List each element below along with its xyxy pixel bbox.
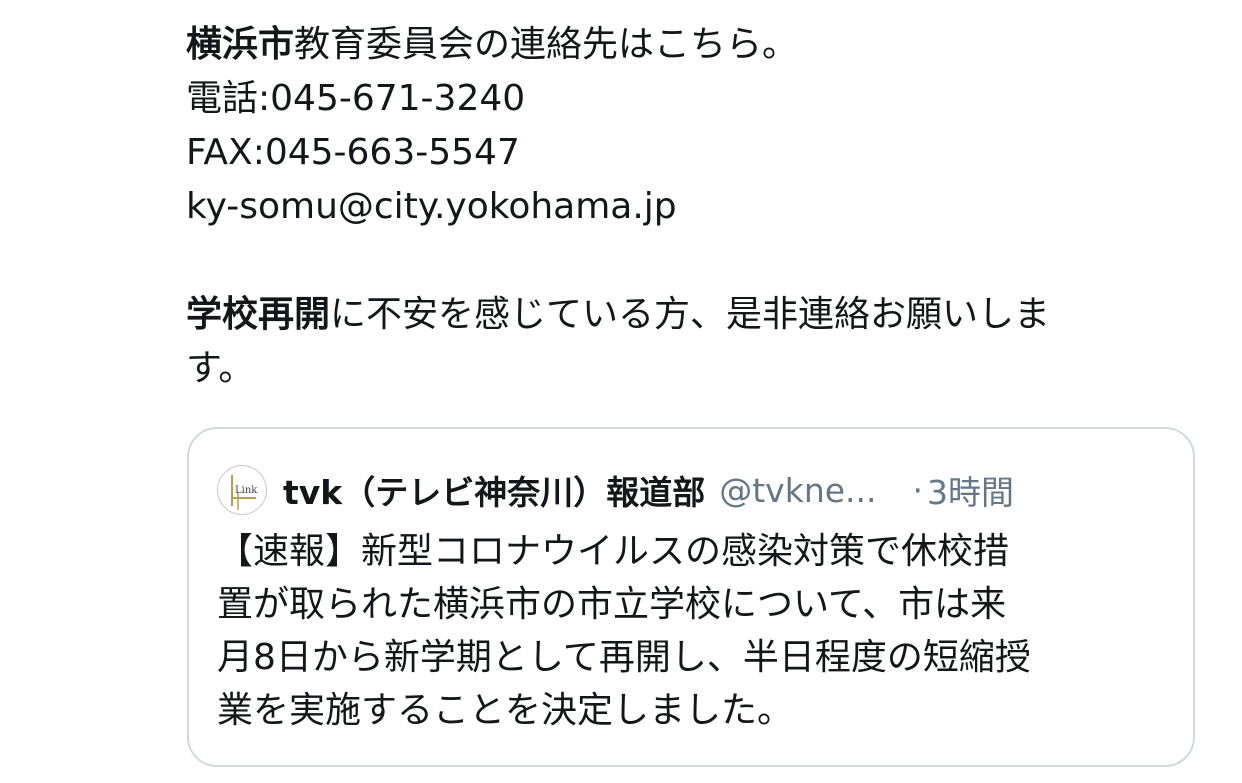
tweet-line-6: す。 <box>186 348 255 389</box>
tweet-fax: FAX:045-663-5547 <box>186 132 520 173</box>
quoted-tweet-body: 【速報】新型コロナウイルスの感染対策で休校措 置が取られた横浜市の市立学校につい… <box>217 525 1177 737</box>
tweet-hashtag-yokohama: 横浜市 <box>186 24 295 65</box>
tweet-line-1-text: 教育委員会の連絡先はこちら。 <box>294 24 799 65</box>
tweet-email-link[interactable]: ky-somu@city.yokohama.jp <box>186 180 1206 234</box>
quoted-tweet-header: Link tvk（テレビ神奈川）報道部 @tvkne... · 3時間 <box>217 465 1014 515</box>
quoted-timestamp[interactable]: 3時間 <box>927 466 1014 514</box>
tweet-line-5: 学校再開に不安を感じている方、是非連絡お願いしま <box>186 288 1206 342</box>
quoted-body-line: 【速報】新型コロナウイルスの感染対策で休校措 <box>217 531 1010 572</box>
avatar-link-text: Link <box>235 485 258 496</box>
tweet-line-1: 横浜市教育委員会の連絡先はこちら。 <box>186 18 1206 72</box>
quoted-body-line: 月8日から新学期として再開し、半日程度の短縮授 <box>217 637 1031 678</box>
tweet-phone: 電話:045-671-3240 <box>186 78 526 119</box>
avatar[interactable]: Link <box>217 465 267 515</box>
quoted-author-handle[interactable]: @tvkne... <box>719 471 876 510</box>
quoted-tweet-card[interactable]: Link tvk（テレビ神奈川）報道部 @tvkne... · 3時間 【速報】… <box>187 427 1195 767</box>
tvk-news-link-logo-icon: Link <box>231 475 258 510</box>
quoted-body-line: 業を実施することを決定しました。 <box>217 690 794 731</box>
tweet-line-5-text: に不安を感じている方、是非連絡お願いしま <box>330 294 1051 335</box>
header-separator: · <box>912 470 924 510</box>
tweet-hashtag-school-reopen: 学校再開 <box>186 294 331 335</box>
quoted-author-name[interactable]: tvk（テレビ神奈川）報道部 <box>283 466 705 514</box>
tweet-text: 横浜市教育委員会の連絡先はこちら。 電話:045-671-3240 FAX:04… <box>186 18 1206 396</box>
quoted-body-line: 置が取られた横浜市の市立学校について、市は来 <box>217 584 1007 625</box>
